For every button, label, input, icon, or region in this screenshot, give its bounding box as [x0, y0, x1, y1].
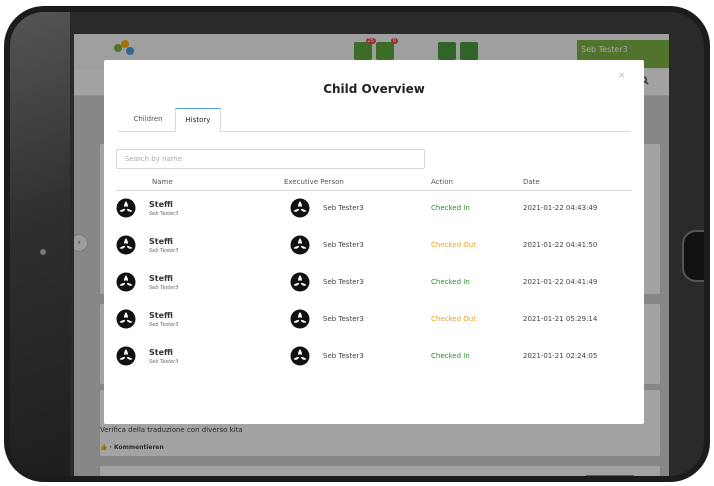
- column-header-date[interactable]: Date: [523, 178, 540, 186]
- action-status: Checked Out: [431, 315, 476, 323]
- header-divider: [116, 190, 632, 191]
- child-parent-name: Seb Tester3: [149, 285, 179, 291]
- executive-avatar-icon: [290, 346, 310, 366]
- executive-avatar-icon: [290, 309, 310, 329]
- child-name: Steffi: [149, 237, 173, 246]
- table-row[interactable]: Steffi Seb Tester3 Seb Tester3 Checked In 20…: [104, 198, 644, 232]
- executive-person: Seb Tester3: [323, 352, 364, 360]
- modal-title: Child Overview: [323, 82, 425, 96]
- child-name: Steffi: [149, 274, 173, 283]
- child-parent-name: Seb Tester3: [149, 248, 179, 254]
- executive-person: Seb Tester3: [323, 315, 364, 323]
- child-avatar-icon: [116, 235, 136, 255]
- tab-bar: Children History: [118, 108, 630, 132]
- table-row[interactable]: Steffi Seb Tester3 Seb Tester3 Checked Out 2…: [104, 309, 644, 343]
- search-input[interactable]: [116, 149, 425, 169]
- table-row[interactable]: Steffi Seb Tester3 Seb Tester3 Checked In 20…: [104, 346, 644, 380]
- bezel-shade: [10, 12, 70, 476]
- child-overview-modal: Child Overview × Children History Name E…: [104, 60, 644, 424]
- child-avatar-icon: [116, 309, 136, 329]
- tablet-bezel: 25 0 Seb Tester3 › Verifica della traduz…: [10, 12, 704, 476]
- child-avatar-icon: [116, 272, 136, 292]
- action-date: 2021-01-22 04:41:50: [523, 241, 598, 249]
- column-header-executive[interactable]: Executive Person: [284, 178, 344, 186]
- column-header-action[interactable]: Action: [431, 178, 453, 186]
- child-name: Steffi: [149, 311, 173, 320]
- home-button[interactable]: [682, 230, 704, 282]
- screen: 25 0 Seb Tester3 › Verifica della traduz…: [74, 34, 669, 476]
- action-date: 2021-01-21 05:29:14: [523, 315, 598, 323]
- executive-avatar-icon: [290, 272, 310, 292]
- executive-avatar-icon: [290, 198, 310, 218]
- close-icon[interactable]: ×: [618, 71, 626, 81]
- action-status: Checked In: [431, 204, 470, 212]
- child-parent-name: Seb Tester3: [149, 359, 179, 365]
- child-avatar-icon: [116, 346, 136, 366]
- executive-person: Seb Tester3: [323, 278, 364, 286]
- tab-history[interactable]: History: [175, 108, 221, 132]
- child-avatar-icon: [116, 198, 136, 218]
- child-parent-name: Seb Tester3: [149, 211, 179, 217]
- executive-avatar-icon: [290, 235, 310, 255]
- tab-children[interactable]: Children: [124, 108, 172, 132]
- column-header-name[interactable]: Name: [152, 178, 173, 186]
- action-status: Checked Out: [431, 241, 476, 249]
- action-status: Checked In: [431, 278, 470, 286]
- executive-person: Seb Tester3: [323, 204, 364, 212]
- action-date: 2021-01-21 02:24:05: [523, 352, 598, 360]
- action-status: Checked In: [431, 352, 470, 360]
- child-name: Steffi: [149, 348, 173, 357]
- action-date: 2021-01-22 04:41:49: [523, 278, 598, 286]
- table-row[interactable]: Steffi Seb Tester3 Seb Tester3 Checked In 20…: [104, 272, 644, 306]
- executive-person: Seb Tester3: [323, 241, 364, 249]
- table-row[interactable]: Steffi Seb Tester3 Seb Tester3 Checked Out 2…: [104, 235, 644, 269]
- child-name: Steffi: [149, 200, 173, 209]
- camera-icon: [40, 249, 46, 255]
- child-parent-name: Seb Tester3: [149, 322, 179, 328]
- tablet-frame: 25 0 Seb Tester3 › Verifica della traduz…: [4, 6, 710, 482]
- action-date: 2021-01-22 04:43:49: [523, 204, 598, 212]
